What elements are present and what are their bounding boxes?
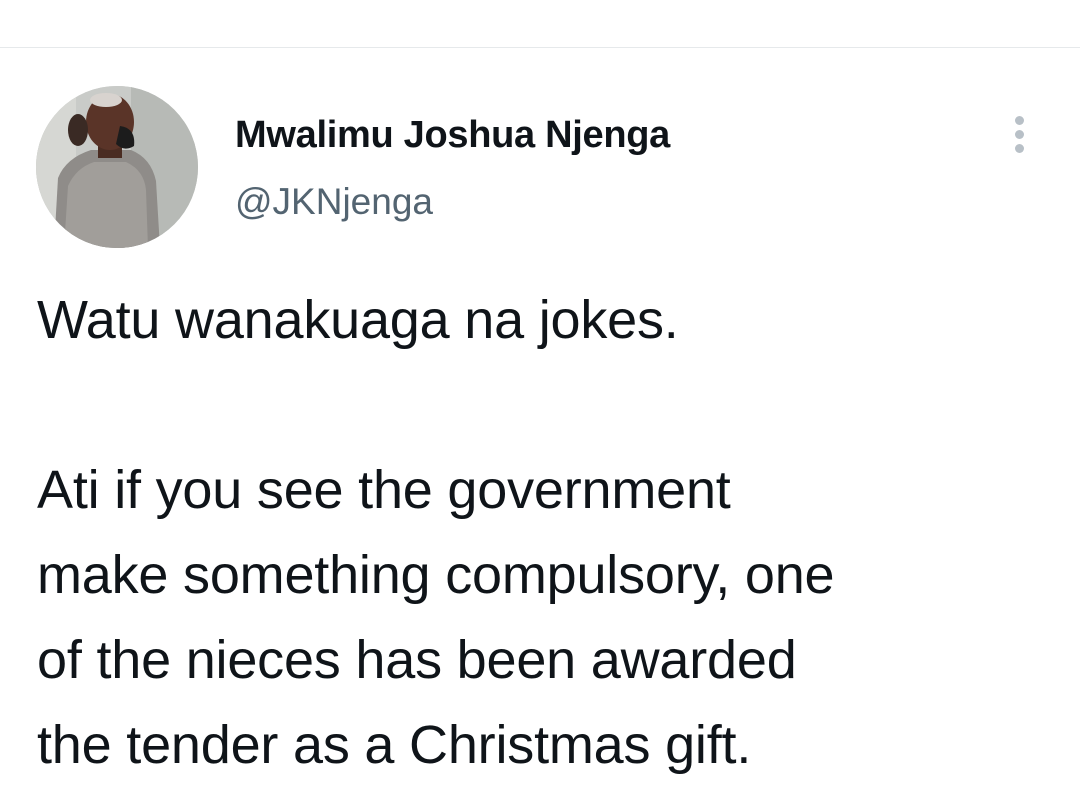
more-vertical-icon-dot (1015, 130, 1024, 139)
more-vertical-icon (1015, 116, 1024, 125)
more-options-button[interactable] (1000, 110, 1040, 158)
tweet-text-line: make something compulsory, one (37, 545, 835, 605)
tweet-text-line: Watu wanakuaga na jokes. (37, 290, 679, 350)
author-handle[interactable]: @JKNjenga (235, 180, 433, 224)
top-divider (0, 47, 1080, 48)
tweet-text: Watu wanakuaga na jokes. Ati if you see … (37, 278, 1057, 788)
more-vertical-icon-dot (1015, 144, 1024, 153)
tweet-text-line: Ati if you see the government (37, 460, 731, 520)
avatar[interactable] (36, 86, 198, 248)
tweet-text-line-blank (37, 363, 1057, 448)
tweet-text-line: the tender as a Christmas gift. (37, 715, 752, 775)
tweet-text-line: of the nieces has been awarded (37, 630, 797, 690)
profile-photo (36, 86, 198, 248)
author-display-name[interactable]: Mwalimu Joshua Njenga (235, 112, 670, 158)
